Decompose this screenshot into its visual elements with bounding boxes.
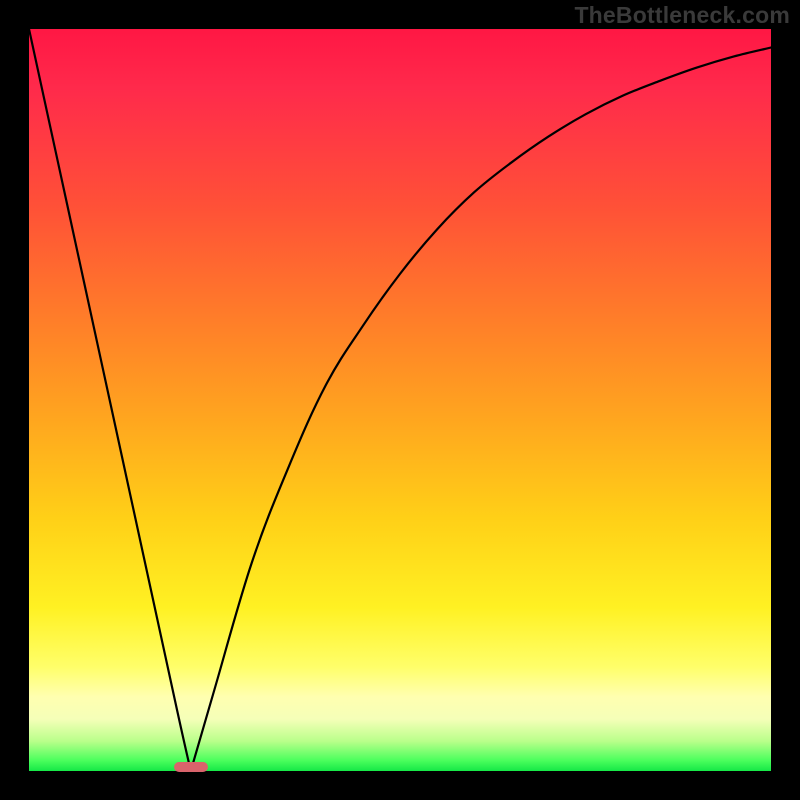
plot-area: [29, 29, 771, 771]
bottleneck-curve: [29, 29, 771, 771]
chart-frame: TheBottleneck.com: [0, 0, 800, 800]
watermark-text: TheBottleneck.com: [574, 2, 790, 29]
optimal-marker: [174, 762, 208, 772]
